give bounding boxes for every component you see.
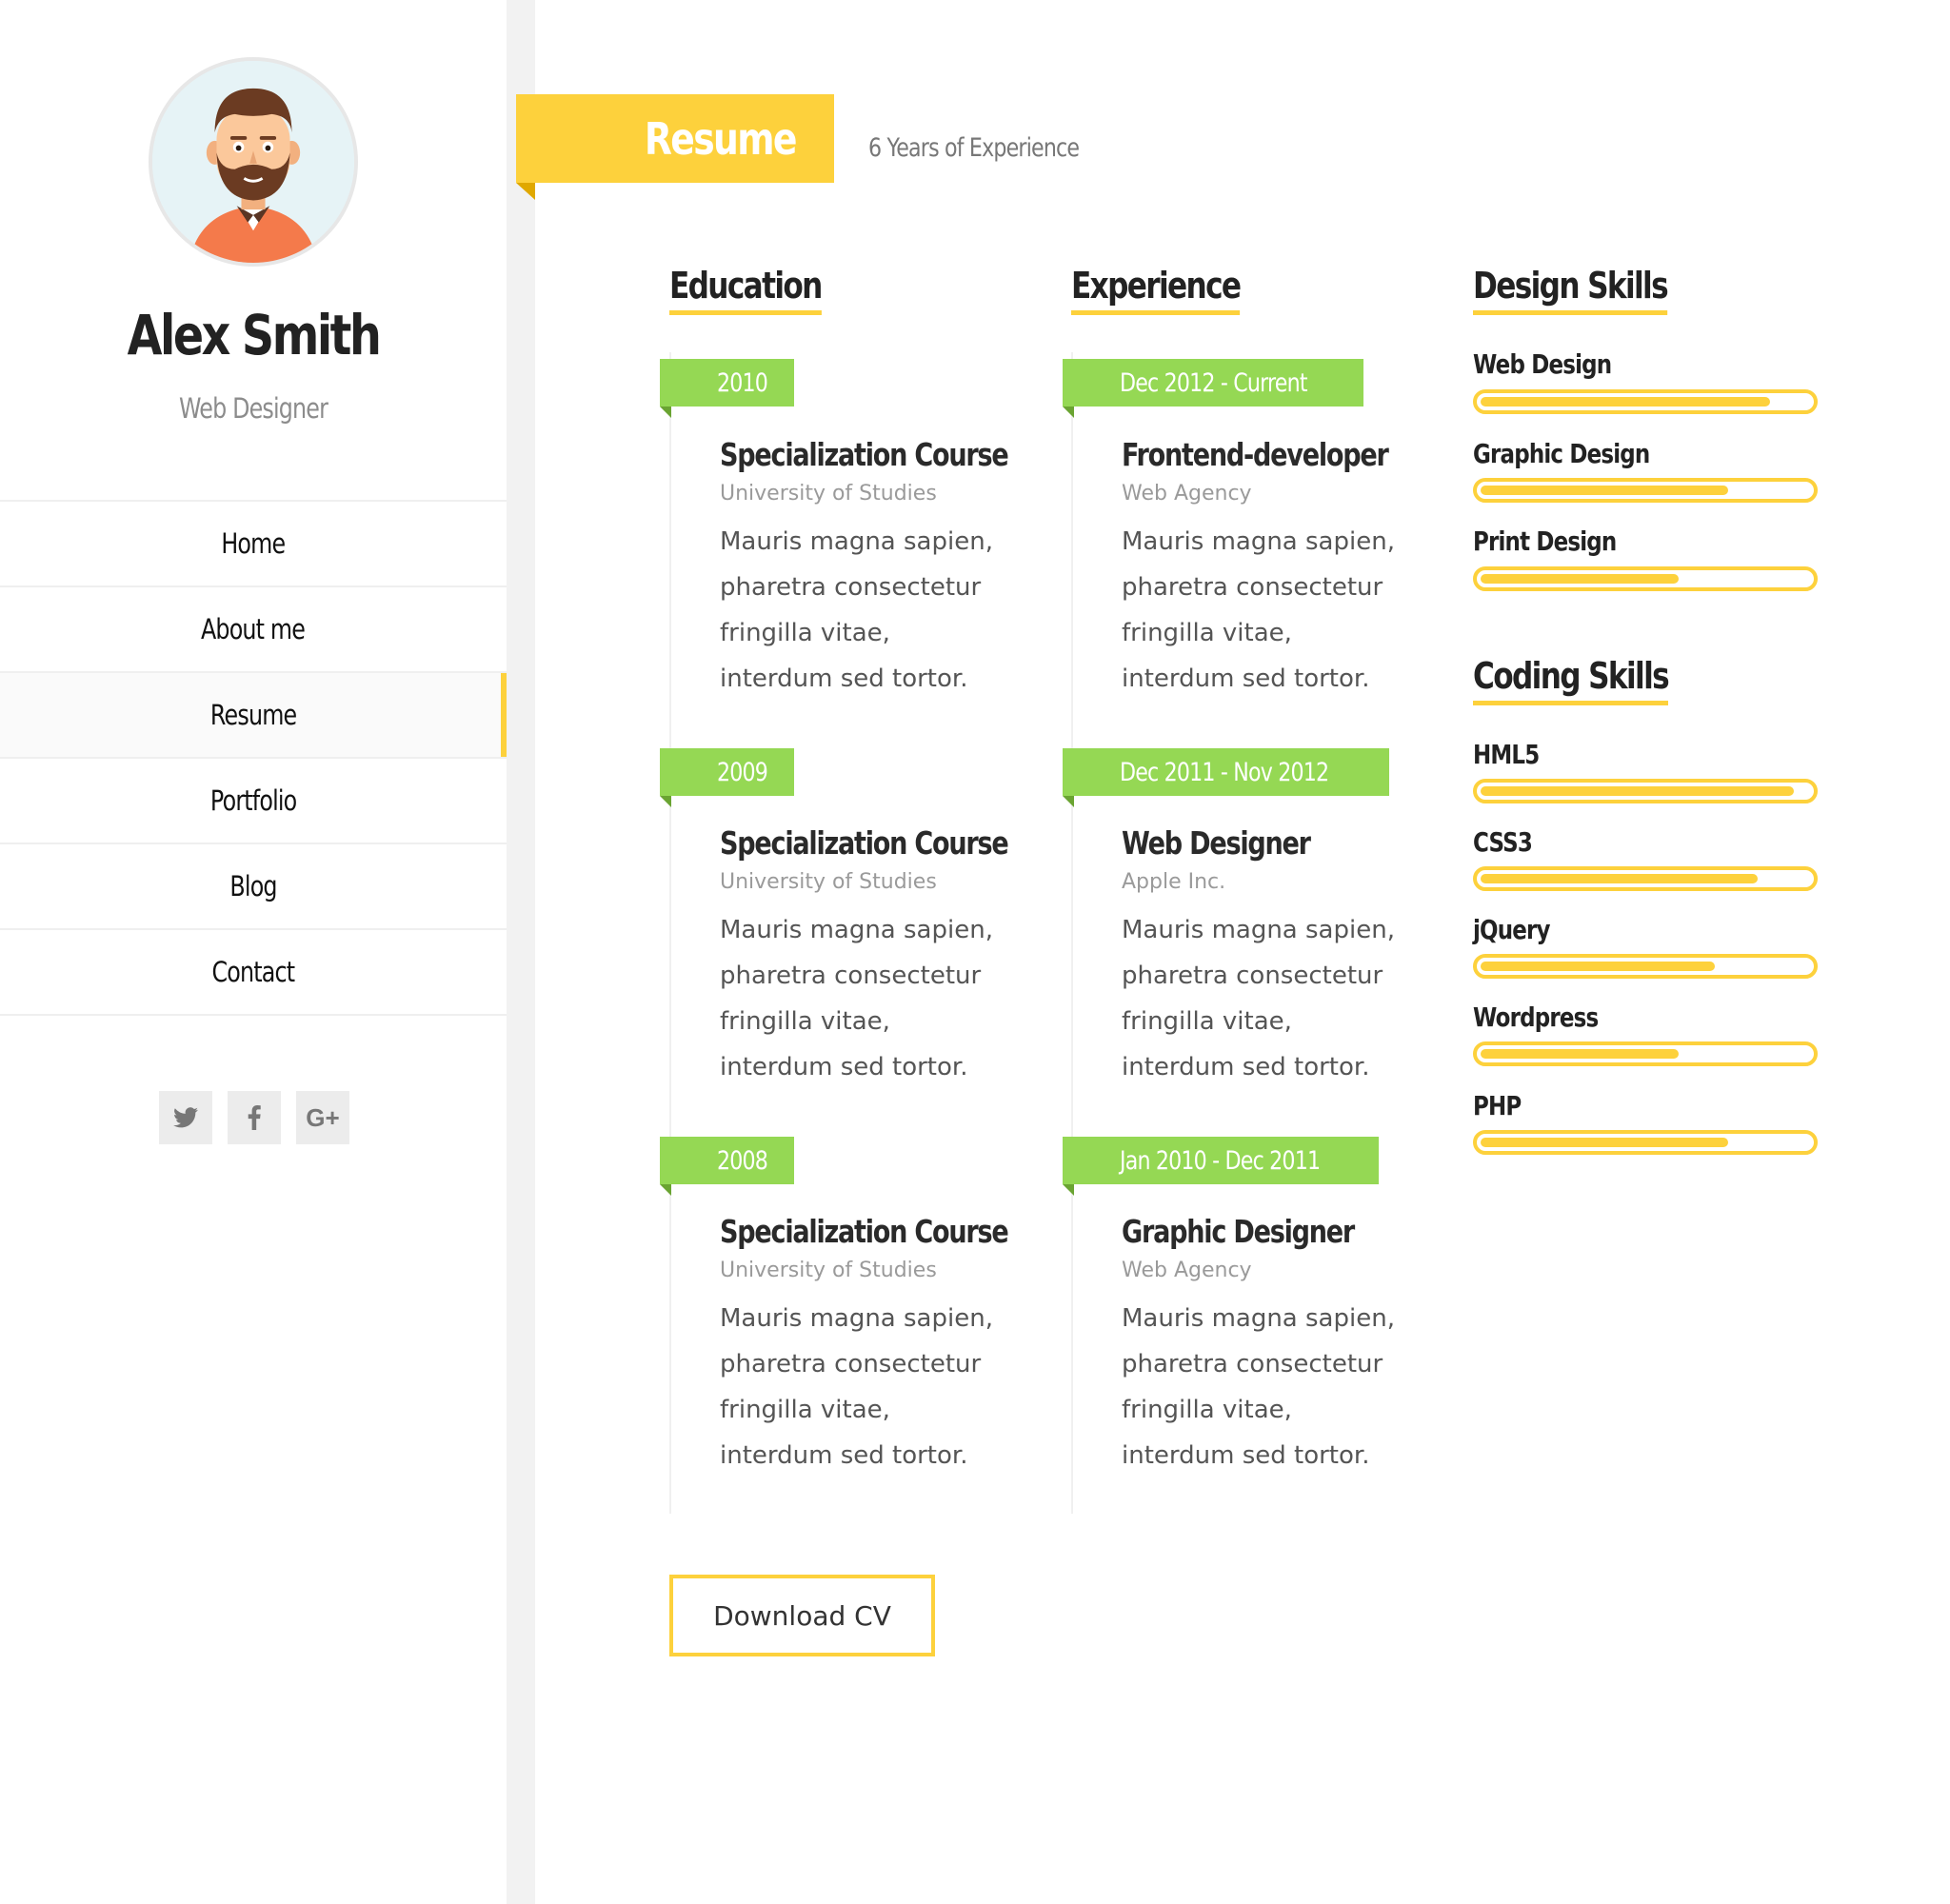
experience-entry-title: Web Designer: [1122, 824, 1311, 862]
education-entry-org: University of Studies: [720, 482, 937, 506]
experience-entry-desc: Mauris magna sapien, pharetra consectetu…: [1122, 916, 1395, 1081]
profile-name: Alex Smith: [127, 303, 382, 367]
date-tag-fold: [660, 407, 671, 418]
sidebar-gutter: [507, 0, 535, 1904]
section-title-tag: Resume: [516, 94, 834, 183]
skill-bar: [1473, 779, 1818, 803]
profile-role: Web Designer: [178, 392, 328, 425]
skill-label: Wordpress: [1473, 1002, 1599, 1033]
download-cv-button[interactable]: Download CV: [669, 1575, 935, 1656]
design-skills-heading: Design Skills: [1473, 265, 1669, 315]
experience-date-tag: Dec 2012 - Current: [1063, 359, 1363, 407]
experience-entry-desc: Mauris magna sapien, pharetra consectetu…: [1122, 527, 1395, 693]
google-plus-icon: G+: [306, 1102, 340, 1132]
nav-item-home[interactable]: Home: [0, 502, 507, 587]
skill-fill: [1481, 786, 1794, 796]
date-tag-fold: [1063, 1184, 1074, 1196]
nav-item-resume[interactable]: Resume: [0, 673, 507, 759]
skill-fill: [1481, 1138, 1728, 1147]
skill-bar: [1473, 866, 1818, 891]
education-entry-title: Specialization Course: [720, 824, 1009, 862]
skill-label: jQuery: [1473, 914, 1551, 945]
date-label: Dec 2012 - Current: [1120, 367, 1308, 398]
experience-entry-org: Web Agency: [1122, 1259, 1252, 1282]
google-plus-button[interactable]: G+: [296, 1091, 349, 1144]
experience-date-tag: Jan 2010 - Dec 2011: [1063, 1137, 1380, 1184]
nav-item-portfolio[interactable]: Portfolio: [0, 759, 507, 844]
nav-item-about-me[interactable]: About me: [0, 587, 507, 673]
education-entry-title: Specialization Course: [720, 1213, 1009, 1250]
experience-entry-org: Web Agency: [1122, 482, 1252, 506]
nav-item-label: Contact: [211, 956, 296, 988]
experience-timeline: [1071, 352, 1073, 1514]
education-entry-desc: Mauris magna sapien, pharetra consectetu…: [720, 916, 993, 1081]
coding-skills-heading: Coding Skills: [1473, 655, 1670, 705]
education-date-tag: 2008: [660, 1137, 794, 1184]
skill-label: Print Design: [1473, 526, 1617, 557]
download-cv-label: Download CV: [713, 1599, 891, 1632]
section-subtitle: 6 Years of Experience: [868, 133, 1080, 163]
date-label: Jan 2010 - Dec 2011: [1120, 1145, 1321, 1176]
skill-bar: [1473, 1041, 1818, 1066]
facebook-icon: [248, 1105, 261, 1130]
skill-label: CSS3: [1473, 826, 1533, 858]
skill-label: HML5: [1473, 739, 1540, 770]
education-date-tag: 2009: [660, 748, 794, 796]
social-links: G+: [159, 1091, 349, 1144]
skill-label: PHP: [1473, 1090, 1522, 1121]
skill-bar: [1473, 1130, 1818, 1155]
date-label: 2010: [717, 367, 768, 398]
nav-item-label: Home: [221, 527, 287, 560]
skill-fill: [1481, 962, 1715, 971]
date-tag-fold: [1063, 407, 1074, 418]
nav-item-label: Portfolio: [209, 784, 297, 817]
nav-item-blog[interactable]: Blog: [0, 844, 507, 930]
skill-bar: [1473, 389, 1818, 414]
avatar: [149, 57, 358, 267]
nav-item-label: Resume: [209, 699, 297, 731]
education-entry-org: University of Studies: [720, 1259, 937, 1282]
skill-fill: [1481, 874, 1758, 883]
date-tag-fold: [660, 1184, 671, 1196]
skill-bar: [1473, 478, 1818, 503]
experience-entry-desc: Mauris magna sapien, pharetra consectetu…: [1122, 1304, 1395, 1470]
experience-entry-title: Graphic Designer: [1122, 1213, 1355, 1250]
skill-fill: [1481, 397, 1771, 407]
education-heading: Education: [669, 265, 823, 315]
skill-bar: [1473, 566, 1818, 591]
facebook-button[interactable]: [228, 1091, 281, 1144]
education-entry-title: Specialization Course: [720, 436, 1009, 473]
skill-label: Web Design: [1473, 348, 1612, 380]
nav-item-contact[interactable]: Contact: [0, 930, 507, 1016]
skill-fill: [1481, 486, 1728, 495]
nav-item-label: Blog: [229, 870, 277, 902]
twitter-button[interactable]: [159, 1091, 212, 1144]
date-label: 2008: [717, 1145, 768, 1176]
date-tag-fold: [660, 796, 671, 807]
education-timeline: [669, 352, 671, 1514]
experience-date-tag: Dec 2011 - Nov 2012: [1063, 748, 1390, 796]
skill-fill: [1481, 574, 1679, 584]
skill-fill: [1481, 1049, 1679, 1059]
education-entry-desc: Mauris magna sapien, pharetra consectetu…: [720, 527, 993, 693]
section-tag-fold: [516, 183, 535, 200]
main-nav: Home About me Resume Portfolio Blog Cont…: [0, 500, 507, 1016]
experience-heading: Experience: [1071, 265, 1242, 315]
twitter-icon: [173, 1107, 198, 1128]
experience-entry-title: Frontend-developer: [1122, 436, 1389, 473]
date-label: 2009: [717, 757, 768, 787]
nav-item-label: About me: [201, 613, 306, 645]
avatar-illustration: [152, 61, 354, 263]
skill-bar: [1473, 954, 1818, 979]
section-title: Resume: [645, 112, 798, 165]
education-date-tag: 2010: [660, 359, 794, 407]
sidebar: Alex Smith Web Designer Home About me Re…: [0, 0, 507, 1904]
date-tag-fold: [1063, 796, 1074, 807]
education-entry-org: University of Studies: [720, 870, 937, 894]
education-entry-desc: Mauris magna sapien, pharetra consectetu…: [720, 1304, 993, 1470]
experience-entry-org: Apple Inc.: [1122, 870, 1226, 894]
date-label: Dec 2011 - Nov 2012: [1120, 757, 1329, 787]
skill-label: Graphic Design: [1473, 438, 1650, 469]
